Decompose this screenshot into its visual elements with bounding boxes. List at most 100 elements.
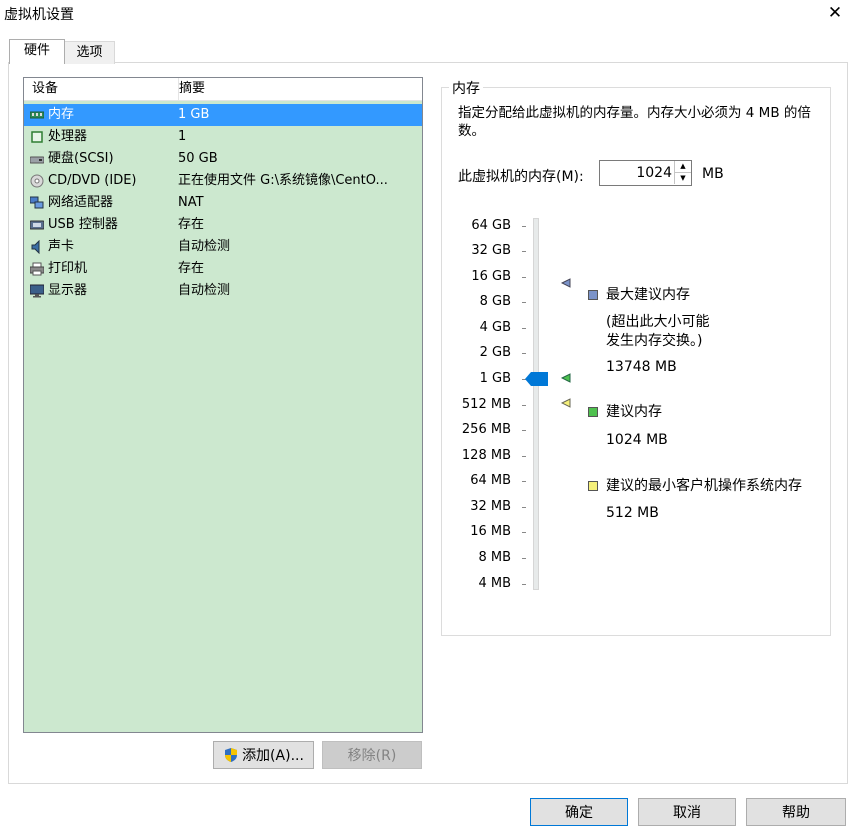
device-row-memory[interactable]: 内存 1 GB: [24, 104, 422, 126]
memory-icon: [30, 111, 44, 119]
network-adapter-icon: [30, 196, 44, 209]
hard-disk-icon: [30, 156, 44, 164]
usb-icon: [30, 220, 44, 230]
min-guest-marker-icon: [561, 398, 571, 408]
scale-label: 32 MB: [470, 499, 511, 514]
add-device-button[interactable]: 添加(A)...: [213, 741, 314, 769]
recommended-value: 1024 MB: [606, 432, 668, 448]
device-row-cd-dvd[interactable]: CD/DVD (IDE) 正在使用文件 G:\系统镜像\CentO...: [24, 170, 422, 192]
device-name: CD/DVD (IDE): [48, 173, 137, 188]
device-summary: 正在使用文件 G:\系统镜像\CentO...: [178, 173, 388, 188]
memory-slider-track[interactable]: [533, 218, 539, 590]
column-header-summary[interactable]: 摘要: [179, 78, 379, 100]
scale-tick: [522, 481, 526, 482]
scale-label: 512 MB: [461, 397, 511, 412]
scale-label: 8 MB: [478, 550, 511, 565]
window-title: 虚拟机设置: [4, 7, 74, 23]
max-recommended-marker-icon: [561, 278, 571, 288]
help-button[interactable]: 帮助: [746, 798, 846, 826]
device-list[interactable]: 设备 摘要 内存 1 GB 处理器 1 硬盘(SCSI) 50 GB CD/DV…: [23, 77, 423, 733]
device-summary: 1 GB: [178, 107, 210, 122]
device-name: 显示器: [48, 283, 88, 298]
device-row-hard-disk[interactable]: 硬盘(SCSI) 50 GB: [24, 148, 422, 170]
scale-tick: [522, 532, 526, 533]
max-recommended-swatch-icon: [588, 290, 598, 300]
cd-dvd-icon: [30, 174, 44, 188]
scale-label: 128 MB: [461, 448, 511, 463]
scale-tick: [522, 430, 526, 431]
scale-tick: [522, 558, 526, 559]
column-header-device[interactable]: 设备: [24, 78, 179, 100]
ok-button[interactable]: 确定: [530, 798, 628, 826]
scale-label: 256 MB: [461, 422, 511, 437]
cancel-button[interactable]: 取消: [638, 798, 736, 826]
shield-icon: [225, 748, 238, 762]
scale-label: 64 GB: [471, 218, 511, 233]
device-summary: 1: [178, 129, 187, 144]
memory-field-label: 此虚拟机的内存(M):: [458, 169, 584, 185]
memory-unit: MB: [702, 166, 724, 182]
device-name: USB 控制器: [48, 217, 118, 232]
max-recommended-note: (超出此大小可能 发生内存交换。): [606, 314, 710, 349]
device-row-printer[interactable]: 打印机 存在: [24, 258, 422, 280]
memory-slider-thumb[interactable]: [525, 371, 549, 387]
device-name: 网络适配器: [48, 195, 114, 210]
scale-tick: [522, 456, 526, 457]
scale-tick: [522, 277, 526, 278]
memory-input[interactable]: [602, 163, 672, 183]
scale-tick: [522, 226, 526, 227]
add-button-label: 添加(A)...: [242, 748, 304, 764]
device-name: 处理器: [48, 129, 88, 144]
device-summary: 自动检测: [178, 239, 231, 254]
device-summary: 50 GB: [178, 151, 218, 166]
device-row-display[interactable]: 显示器 自动检测: [24, 280, 422, 302]
min-guest-swatch-icon: [588, 481, 598, 491]
spin-up-icon[interactable]: ▲: [674, 161, 691, 173]
remove-device-button[interactable]: 移除(R): [322, 741, 422, 769]
scale-label: 32 GB: [471, 243, 511, 258]
close-icon[interactable]: ✕: [824, 2, 846, 24]
device-summary: 存在: [178, 217, 205, 232]
device-name: 声卡: [48, 239, 75, 254]
device-name: 内存: [48, 107, 75, 122]
scale-label: 8 GB: [479, 294, 511, 309]
sound-card-icon: [31, 240, 40, 254]
memory-group-title: 内存: [449, 78, 483, 98]
scale-label: 4 GB: [479, 320, 511, 335]
scale-tick: [522, 328, 526, 329]
scale-label: 16 GB: [471, 269, 511, 284]
memory-description: 指定分配给此虚拟机的内存量。内存大小必须为 4 MB 的倍数。: [458, 105, 811, 139]
device-summary: 自动检测: [178, 283, 231, 298]
memory-stepper[interactable]: ▲ ▼: [599, 160, 692, 186]
device-name: 硬盘(SCSI): [48, 151, 114, 166]
device-row-usb-controller[interactable]: USB 控制器 存在: [24, 214, 422, 236]
cpu-icon: [31, 131, 43, 143]
scale-label: 1 GB: [479, 371, 511, 386]
scale-tick: [522, 405, 526, 406]
min-guest-title: 建议的最小客户机操作系统内存: [606, 478, 802, 494]
spin-down-icon[interactable]: ▼: [674, 173, 691, 184]
display-icon: [30, 284, 44, 298]
device-row-processor[interactable]: 处理器 1: [24, 126, 422, 148]
scale-tick: [522, 353, 526, 354]
scale-label: 4 MB: [478, 576, 511, 591]
device-name: 打印机: [48, 261, 88, 276]
device-summary: 存在: [178, 261, 205, 276]
scale-label: 64 MB: [470, 473, 511, 488]
tab-options[interactable]: 选项: [64, 41, 115, 64]
title-bar: [0, 0, 855, 26]
recommended-marker-icon: [561, 373, 571, 383]
recommended-swatch-icon: [588, 407, 598, 417]
max-recommended-value: 13748 MB: [606, 359, 677, 375]
device-summary: NAT: [178, 195, 204, 210]
tab-hardware[interactable]: 硬件: [9, 39, 65, 64]
device-row-network-adapter[interactable]: 网络适配器 NAT: [24, 192, 422, 214]
scale-tick: [522, 507, 526, 508]
recommended-title: 建议内存: [606, 404, 662, 420]
scale-tick: [522, 302, 526, 303]
scale-tick: [522, 251, 526, 252]
list-header: 设备 摘要: [24, 78, 422, 101]
scale-label: 16 MB: [470, 524, 511, 539]
scale-tick: [522, 584, 526, 585]
device-row-sound-card[interactable]: 声卡 自动检测: [24, 236, 422, 258]
